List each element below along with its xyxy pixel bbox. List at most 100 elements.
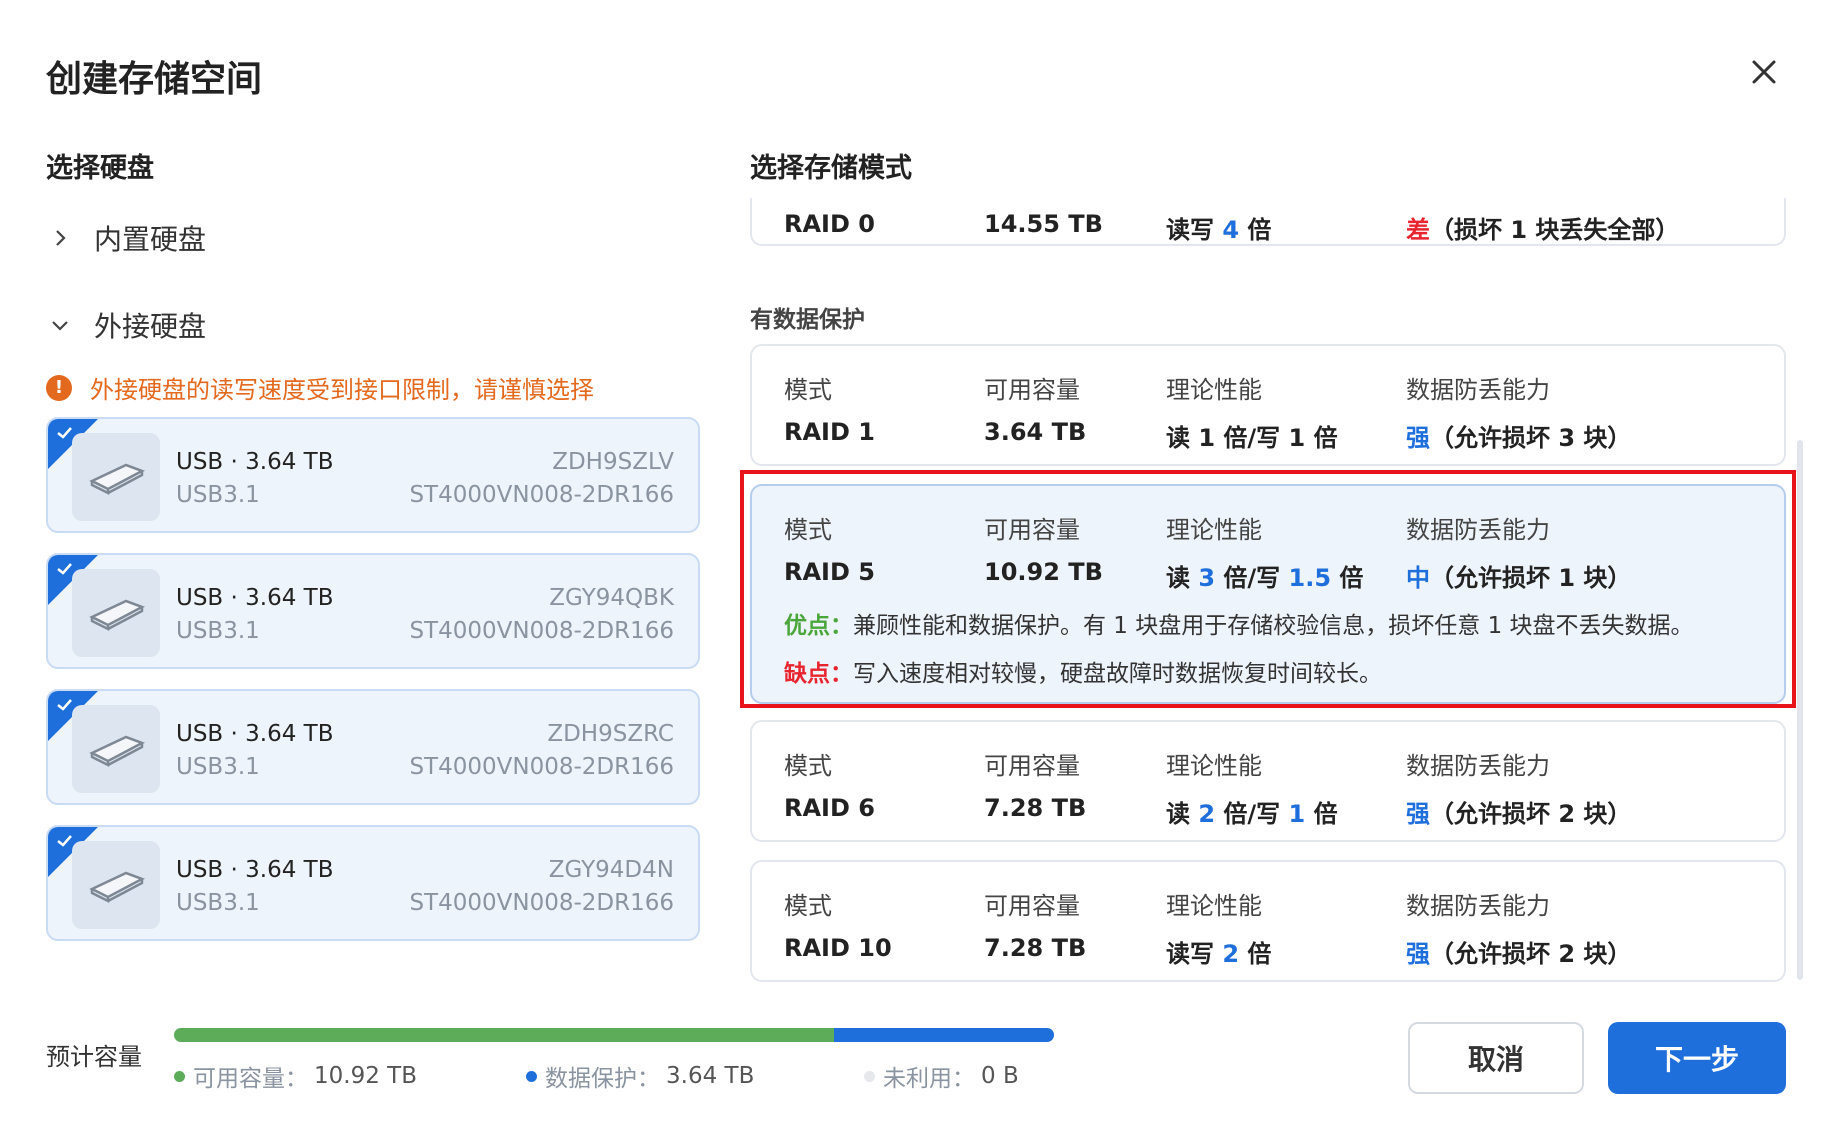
- raid-protection: 中（允许损坏 1 块）: [1406, 564, 1632, 592]
- disk-model: ST4000VN008-2DR166: [409, 754, 674, 780]
- disk-interface: USB3.1: [176, 890, 260, 916]
- disk-name: USB · 3.64 TB: [176, 585, 334, 611]
- disk-card[interactable]: USB · 3.64 TB USB3.1 ZGY94D4N ST4000VN00…: [46, 825, 700, 941]
- legend-dot: [174, 1070, 185, 1082]
- group-label: 外接硬盘: [94, 310, 207, 343]
- mode-list-scrollbar[interactable]: [1797, 440, 1803, 980]
- raid-1-option[interactable]: 模式 可用容量 理论性能 数据防丢能力 RAID 1 3.64 TB 读 1 倍…: [750, 344, 1786, 466]
- capacity-bar: [174, 1028, 1054, 1042]
- raid-mode: RAID 0: [784, 210, 875, 238]
- raid-protection: 差（损坏 1 块丢失全部）: [1406, 216, 1680, 244]
- raid-protection: 强（允许损坏 3 块）: [1406, 424, 1632, 452]
- legend-dot: [526, 1070, 537, 1082]
- raid-capacity: 3.64 TB: [984, 418, 1087, 446]
- header-performance: 理论性能: [1166, 516, 1262, 544]
- capacity-bar-available: [174, 1028, 834, 1042]
- capacity-bar-protection: [834, 1028, 1054, 1042]
- header-mode: 模式: [784, 516, 832, 544]
- raid-6-option[interactable]: 模式 可用容量 理论性能 数据防丢能力 RAID 6 7.28 TB 读 2 倍…: [750, 720, 1786, 842]
- disk-serial: ZDH9SZLV: [552, 449, 674, 475]
- protected-group-label: 有数据保护: [750, 307, 865, 333]
- header-capacity: 可用容量: [984, 752, 1080, 780]
- group-external-disks[interactable]: 外接硬盘: [50, 305, 206, 345]
- disk-card[interactable]: USB · 3.64 TB USB3.1 ZGY94QBK ST4000VN00…: [46, 553, 700, 669]
- raid-capacity: 14.55 TB: [984, 210, 1103, 238]
- header-performance: 理论性能: [1166, 892, 1262, 920]
- usb-drive-icon: [72, 433, 160, 521]
- header-capacity: 可用容量: [984, 376, 1080, 404]
- group-internal-disks[interactable]: 内置硬盘: [50, 218, 206, 258]
- raid-capacity: 7.28 TB: [984, 794, 1087, 822]
- disk-name: USB · 3.64 TB: [176, 449, 334, 475]
- external-disk-warning: ! 外接硬盘的读写速度受到接口限制，请谨慎选择: [46, 370, 594, 405]
- raid-5-option[interactable]: 模式 可用容量 理论性能 数据防丢能力 RAID 5 10.92 TB 读 3 …: [750, 484, 1786, 704]
- usb-drive-icon: [72, 569, 160, 657]
- raid-mode: RAID 10: [784, 934, 892, 962]
- legend-value: 10.92 TB: [314, 1063, 417, 1089]
- next-button[interactable]: 下一步: [1608, 1022, 1786, 1094]
- header-capacity: 可用容量: [984, 892, 1080, 920]
- dialog-title: 创建存储空间: [46, 59, 263, 100]
- legend-unused: 未利用： 0 B: [864, 1059, 1019, 1093]
- disk-model: ST4000VN008-2DR166: [409, 482, 674, 508]
- disk-model: ST4000VN008-2DR166: [409, 618, 674, 644]
- raid-pros: 优点：兼顾性能和数据保护。有 1 块盘用于存储校验信息，损坏任意 1 块盘不丢失…: [784, 613, 1694, 639]
- disk-card[interactable]: USB · 3.64 TB USB3.1 ZDH9SZRC ST4000VN00…: [46, 689, 700, 805]
- raid-mode: RAID 1: [784, 418, 875, 446]
- legend-label: 数据保护：: [545, 1066, 660, 1092]
- group-label: 内置硬盘: [94, 223, 207, 256]
- usb-drive-icon: [72, 705, 160, 793]
- header-performance: 理论性能: [1166, 752, 1262, 780]
- usb-drive-icon: [72, 841, 160, 929]
- raid-mode: RAID 5: [784, 558, 875, 586]
- legend-label: 可用容量：: [193, 1066, 308, 1092]
- disk-model: ST4000VN008-2DR166: [409, 890, 674, 916]
- header-mode: 模式: [784, 892, 832, 920]
- legend-protection: 数据保护： 3.64 TB: [526, 1059, 754, 1093]
- warning-text: 外接硬盘的读写速度受到接口限制，请谨慎选择: [90, 376, 594, 404]
- close-icon[interactable]: [1746, 54, 1782, 90]
- raid-performance: 读写 2 倍: [1166, 940, 1272, 968]
- raid-0-option[interactable]: RAID 0 14.55 TB 读写 4 倍 差（损坏 1 块丢失全部）: [750, 198, 1786, 246]
- legend-available: 可用容量： 10.92 TB: [174, 1059, 417, 1093]
- header-protection: 数据防丢能力: [1406, 752, 1550, 780]
- raid-capacity: 10.92 TB: [984, 558, 1103, 586]
- legend-dot: [864, 1070, 875, 1082]
- select-mode-title: 选择存储模式: [750, 153, 912, 184]
- raid-performance: 读写 4 倍: [1166, 216, 1272, 244]
- header-protection: 数据防丢能力: [1406, 892, 1550, 920]
- chevron-down-icon: [52, 321, 68, 331]
- raid-protection: 强（允许损坏 2 块）: [1406, 940, 1632, 968]
- raid-performance: 读 2 倍/写 1 倍: [1166, 800, 1338, 828]
- header-capacity: 可用容量: [984, 516, 1080, 544]
- raid-capacity: 7.28 TB: [984, 934, 1087, 962]
- raid-mode: RAID 6: [784, 794, 875, 822]
- select-disk-title: 选择硬盘: [46, 153, 154, 184]
- header-mode: 模式: [784, 752, 832, 780]
- warning-icon: !: [46, 374, 72, 401]
- cancel-button[interactable]: 取消: [1408, 1022, 1584, 1094]
- disk-name: USB · 3.64 TB: [176, 721, 334, 747]
- capacity-label: 预计容量: [46, 1043, 142, 1071]
- disk-interface: USB3.1: [176, 754, 260, 780]
- header-performance: 理论性能: [1166, 376, 1262, 404]
- raid-10-option[interactable]: 模式 可用容量 理论性能 数据防丢能力 RAID 10 7.28 TB 读写 2…: [750, 860, 1786, 982]
- chevron-right-icon: [56, 230, 66, 246]
- disk-serial: ZGY94D4N: [548, 857, 674, 883]
- legend-value: 0 B: [981, 1063, 1019, 1089]
- raid-cons: 缺点：写入速度相对较慢，硬盘故障时数据恢复时间较长。: [784, 661, 1382, 687]
- raid-protection: 强（允许损坏 2 块）: [1406, 800, 1632, 828]
- disk-serial: ZGY94QBK: [549, 585, 674, 611]
- disk-interface: USB3.1: [176, 618, 260, 644]
- raid-performance: 读 3 倍/写 1.5 倍: [1166, 564, 1364, 592]
- disk-interface: USB3.1: [176, 482, 260, 508]
- legend-value: 3.64 TB: [666, 1063, 755, 1089]
- disk-name: USB · 3.64 TB: [176, 857, 334, 883]
- header-mode: 模式: [784, 376, 832, 404]
- header-protection: 数据防丢能力: [1406, 516, 1550, 544]
- raid-performance: 读 1 倍/写 1 倍: [1166, 424, 1338, 452]
- disk-card[interactable]: USB · 3.64 TB USB3.1 ZDH9SZLV ST4000VN00…: [46, 417, 700, 533]
- header-protection: 数据防丢能力: [1406, 376, 1550, 404]
- legend-label: 未利用：: [883, 1066, 975, 1092]
- disk-serial: ZDH9SZRC: [547, 721, 674, 747]
